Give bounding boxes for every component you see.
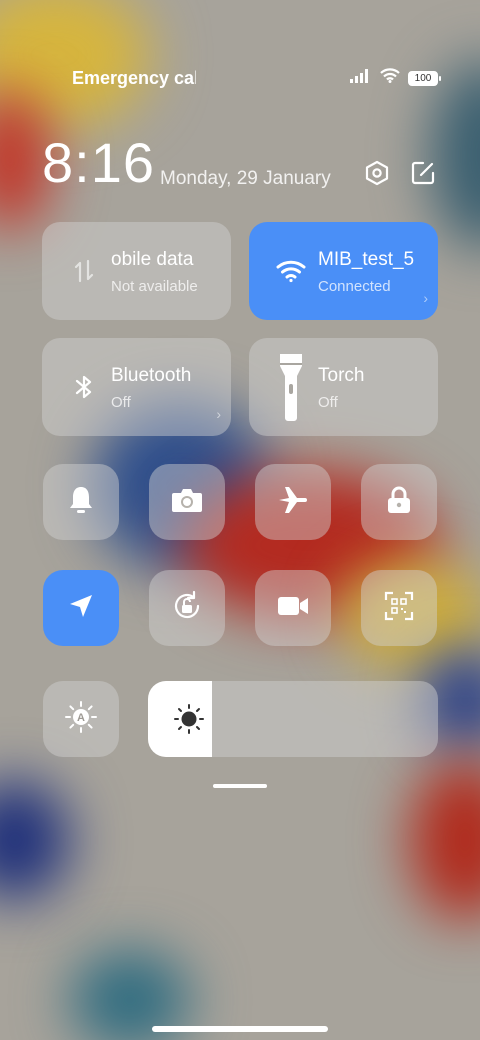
- tile-bluetooth-subtitle: Off: [111, 394, 131, 411]
- bluetooth-icon: [68, 371, 100, 403]
- signal-icon: [350, 68, 372, 88]
- tile-screen-record[interactable]: [255, 570, 331, 646]
- status-bar: Emergency cal 100: [0, 62, 480, 92]
- tile-bluetooth-title: Bluetooth: [111, 365, 192, 386]
- panel-handle[interactable]: [213, 784, 267, 788]
- mobile-data-icon: [68, 255, 100, 287]
- tile-bluetooth[interactable]: Bluetooth Off ›: [42, 338, 231, 436]
- battery-icon: 100: [408, 70, 441, 86]
- chevron-right-icon: ›: [216, 406, 221, 422]
- sun-icon: [174, 704, 204, 734]
- tile-airplane[interactable]: [255, 464, 331, 540]
- tile-mobile-data[interactable]: obile data Not available: [42, 222, 231, 320]
- tile-sound[interactable]: [43, 464, 119, 540]
- status-icons: 100: [350, 68, 441, 88]
- wifi-icon: [275, 255, 307, 287]
- edit-icon: [410, 160, 436, 191]
- edit-button[interactable]: [408, 160, 438, 190]
- tile-auto-rotate[interactable]: [149, 570, 225, 646]
- torch-icon: [275, 352, 307, 422]
- tile-mobile-data-subtitle: Not available: [111, 278, 198, 295]
- auto-brightness-button[interactable]: A: [43, 681, 119, 757]
- camera-icon: [171, 487, 203, 518]
- tile-torch-title: Torch: [318, 365, 365, 386]
- tile-wifi[interactable]: MIB_test_5 Connected ›: [249, 222, 438, 320]
- location-arrow-icon: [67, 592, 95, 625]
- date-label: Monday, 29 January: [160, 168, 331, 189]
- lock-icon: [386, 485, 412, 520]
- rotation-lock-icon: [171, 590, 203, 627]
- chevron-right-icon: ›: [423, 290, 428, 306]
- wifi-icon: [380, 68, 400, 88]
- brightness-slider[interactable]: [148, 681, 438, 757]
- tile-screenshot[interactable]: [149, 464, 225, 540]
- auto-brightness-icon: A: [64, 700, 98, 739]
- video-camera-icon: [277, 595, 309, 622]
- tile-torch-subtitle: Off: [318, 394, 338, 411]
- qr-scan-icon: [384, 591, 414, 626]
- tile-mobile-data-title: obile data: [111, 249, 194, 270]
- tile-wifi-subtitle: Connected: [318, 278, 391, 295]
- tile-torch[interactable]: Torch Off: [249, 338, 438, 436]
- bell-icon: [67, 485, 95, 520]
- airplane-icon: [277, 485, 309, 520]
- tile-lock[interactable]: [361, 464, 437, 540]
- tile-wifi-title: MIB_test_5: [318, 249, 415, 270]
- tile-scanner[interactable]: [361, 570, 437, 646]
- settings-button[interactable]: [362, 160, 392, 190]
- carrier-label: Emergency cal: [72, 68, 196, 88]
- svg-text:A: A: [77, 712, 85, 724]
- tile-location[interactable]: [43, 570, 119, 646]
- home-indicator[interactable]: [152, 1026, 328, 1032]
- clock-time: 8:16: [42, 131, 155, 194]
- hexagon-settings-icon: [364, 160, 390, 191]
